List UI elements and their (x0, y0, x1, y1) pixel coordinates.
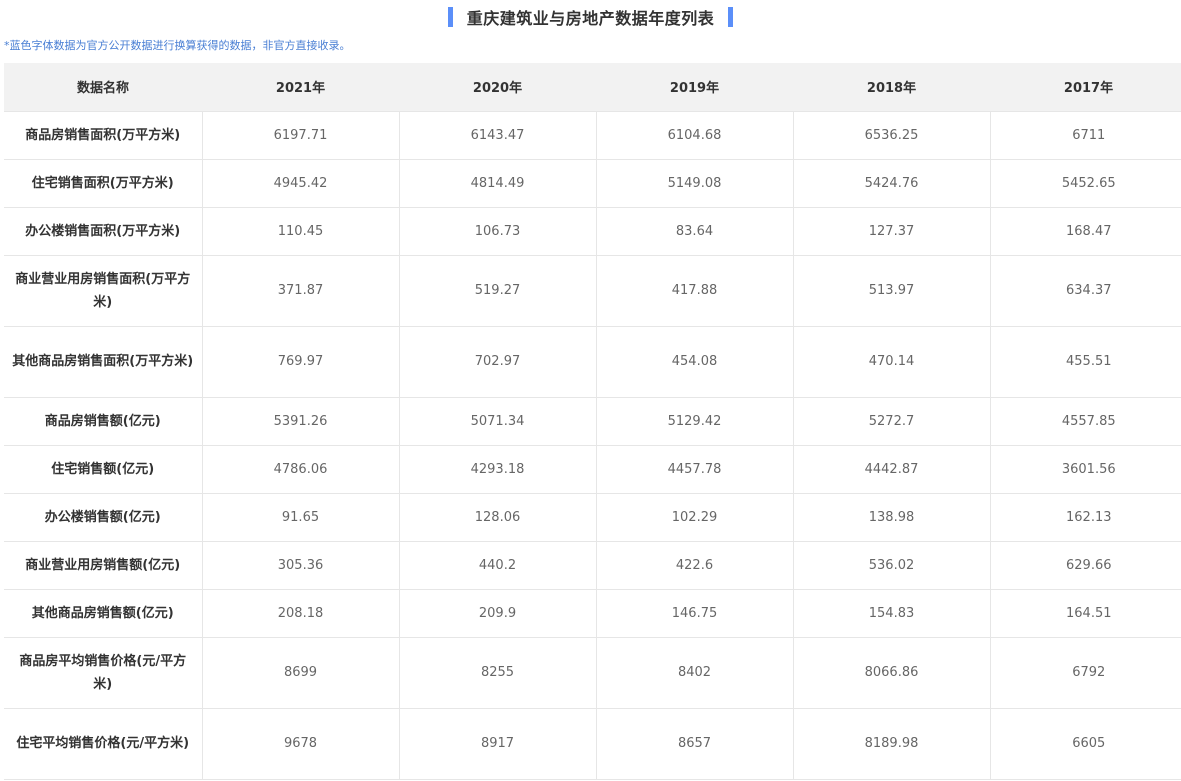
header-data-name: 数据名称 (4, 63, 202, 112)
annual-data-table: 数据名称 2021年 2020年 2019年 2018年 2017年 商品房销售… (4, 63, 1181, 780)
row-label: 其他商品房销售面积(万平方米) (4, 326, 202, 398)
table-cell: 162.13 (989, 493, 1181, 542)
header-year-2021: 2021年 (202, 63, 399, 112)
table-cell: 5452.65 (989, 159, 1181, 208)
table-cell: 102.29 (595, 493, 793, 542)
row-label: 办公楼销售面积(万平方米) (4, 207, 202, 256)
table-cell: 371.87 (201, 255, 399, 327)
row-label: 商品房平均销售价格(元/平方米) (4, 637, 202, 709)
table-cell: 5071.34 (398, 397, 596, 446)
row-label: 住宅销售额(亿元) (4, 445, 202, 494)
table-cell: 4457.78 (595, 445, 793, 494)
table-cell: 3601.56 (989, 445, 1181, 494)
table-cell: 8657 (595, 708, 793, 780)
row-label: 商业营业用房销售额(亿元) (4, 541, 202, 590)
table-cell: 8917 (398, 708, 596, 780)
table-cell: 5149.08 (595, 159, 793, 208)
header-year-2020: 2020年 (399, 63, 596, 112)
table-cell: 6711 (989, 111, 1181, 160)
table-row: 商品房销售面积(万平方米) 6197.71 6143.47 6104.68 6536.2… (4, 111, 1181, 160)
table-cell: 106.73 (398, 207, 596, 256)
table-cell: 629.66 (989, 541, 1181, 590)
table-row: 商业营业用房销售面积(万平方米) 371.87 519.27 417.88 513.97… (4, 255, 1181, 327)
page-header: 重庆建筑业与房地产数据年度列表 (0, 0, 1181, 34)
table-cell: 4814.49 (398, 159, 596, 208)
table-cell: 127.37 (792, 207, 990, 256)
table-cell: 513.97 (792, 255, 990, 327)
table-cell: 8402 (595, 637, 793, 709)
table-row: 商业营业用房销售额(亿元) 305.36 440.2 422.6 536.02 629.6… (4, 541, 1181, 590)
table-cell: 470.14 (792, 326, 990, 398)
table-cell: 154.83 (792, 589, 990, 638)
table-cell: 8189.98 (792, 708, 990, 780)
table-cell: 164.51 (989, 589, 1181, 638)
table-cell: 6197.71 (201, 111, 399, 160)
row-label: 办公楼销售额(亿元) (4, 493, 202, 542)
title-left-mark (447, 7, 453, 27)
table-cell: 769.97 (201, 326, 399, 398)
page-title: 重庆建筑业与房地产数据年度列表 (466, 9, 715, 28)
table-cell: 6143.47 (398, 111, 596, 160)
table-cell: 4293.18 (398, 445, 596, 494)
row-label: 其他商品房销售额(亿元) (4, 589, 202, 638)
table-body: 商品房销售面积(万平方米) 6197.71 6143.47 6104.68 6536.2… (4, 111, 1181, 780)
table-row: 办公楼销售额(亿元) 91.65 128.06 102.29 138.98 162.13 (4, 493, 1181, 542)
table-cell: 6536.25 (792, 111, 990, 160)
table-cell: 4442.87 (792, 445, 990, 494)
table-row: 住宅销售额(亿元) 4786.06 4293.18 4457.78 4442.87 360… (4, 445, 1181, 494)
header-year-2018: 2018年 (793, 63, 990, 112)
data-source-note: *蓝色字体数据为官方公开数据进行换算获得的数据，非官方直接收录。 (4, 39, 351, 52)
table-cell: 4786.06 (201, 445, 399, 494)
table-cell: 168.47 (989, 207, 1181, 256)
table-cell: 208.18 (201, 589, 399, 638)
table-cell: 6605 (989, 708, 1181, 780)
table-cell: 5129.42 (595, 397, 793, 446)
table-cell: 702.97 (398, 326, 596, 398)
table-cell: 440.2 (398, 541, 596, 590)
row-label: 商品房销售额(亿元) (4, 397, 202, 446)
table-cell: 110.45 (201, 207, 399, 256)
table-cell: 4945.42 (201, 159, 399, 208)
table-row: 办公楼销售面积(万平方米) 110.45 106.73 83.64 127.37 168.… (4, 207, 1181, 256)
table-cell: 5272.7 (792, 397, 990, 446)
table-cell: 6104.68 (595, 111, 793, 160)
table-cell: 128.06 (398, 493, 596, 542)
table-cell: 8255 (398, 637, 596, 709)
table-row: 商品房销售额(亿元) 5391.26 5071.34 5129.42 5272.7 455… (4, 397, 1181, 446)
table-cell: 519.27 (398, 255, 596, 327)
table-cell: 6792 (989, 637, 1181, 709)
data-table-container: 数据名称 2021年 2020年 2019年 2018年 2017年 商品房销售… (4, 63, 1181, 780)
table-cell: 422.6 (595, 541, 793, 590)
table-cell: 634.37 (989, 255, 1181, 327)
table-cell: 8699 (201, 637, 399, 709)
table-cell: 454.08 (595, 326, 793, 398)
table-cell: 138.98 (792, 493, 990, 542)
table-cell: 146.75 (595, 589, 793, 638)
table-row: 其他商品房销售面积(万平方米) 769.97 702.97 454.08 470.14 4… (4, 326, 1181, 398)
row-label: 商品房销售面积(万平方米) (4, 111, 202, 160)
row-label: 商业营业用房销售面积(万平方米) (4, 255, 202, 327)
table-row: 其他商品房销售额(亿元) 208.18 209.9 146.75 154.83 164.5… (4, 589, 1181, 638)
table-cell: 91.65 (201, 493, 399, 542)
table-cell: 5391.26 (201, 397, 399, 446)
table-cell: 305.36 (201, 541, 399, 590)
table-cell: 536.02 (792, 541, 990, 590)
table-cell: 209.9 (398, 589, 596, 638)
table-row: 住宅销售面积(万平方米) 4945.42 4814.49 5149.08 5424.76… (4, 159, 1181, 208)
title-right-mark (728, 7, 734, 27)
table-cell: 4557.85 (989, 397, 1181, 446)
table-cell: 5424.76 (792, 159, 990, 208)
table-header-row: 数据名称 2021年 2020年 2019年 2018年 2017年 (4, 63, 1181, 112)
table-cell: 455.51 (989, 326, 1181, 398)
table-cell: 417.88 (595, 255, 793, 327)
row-label: 住宅销售面积(万平方米) (4, 159, 202, 208)
header-year-2017: 2017年 (990, 63, 1181, 112)
row-label: 住宅平均销售价格(元/平方米) (4, 708, 202, 780)
table-row: 住宅平均销售价格(元/平方米) 9678 8917 8657 8189.98 6605 (4, 708, 1181, 780)
table-row: 商品房平均销售价格(元/平方米) 8699 8255 8402 8066.86 6792 (4, 637, 1181, 709)
table-cell: 83.64 (595, 207, 793, 256)
header-year-2019: 2019年 (596, 63, 793, 112)
table-cell: 9678 (201, 708, 399, 780)
table-cell: 8066.86 (792, 637, 990, 709)
